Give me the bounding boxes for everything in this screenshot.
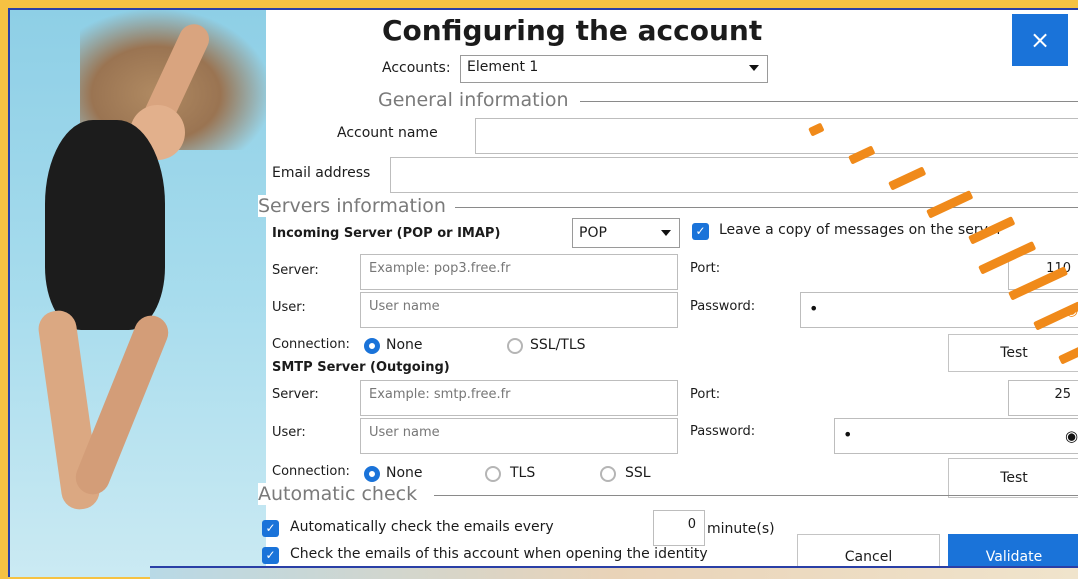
close-icon: × — [1029, 26, 1051, 54]
incoming-connection-none-radio[interactable] — [364, 338, 380, 354]
check-on-open-checkbox[interactable]: ✓ — [262, 547, 279, 564]
smtp-connection-label: Connection: — [272, 464, 350, 479]
decorative-stripe — [926, 190, 974, 219]
general-section-title: General information — [378, 89, 573, 111]
smtp-user-input[interactable]: User name — [360, 418, 678, 454]
checkmark-icon: ✓ — [695, 224, 706, 238]
check-interval-unit: minute(s) — [707, 521, 775, 537]
password-mask: • — [809, 299, 819, 318]
incoming-port-label: Port: — [690, 261, 721, 276]
incoming-connection-label: Connection: — [272, 337, 350, 352]
auto-check-section-title: Automatic check — [258, 483, 422, 505]
smtp-password-label: Password: — [690, 424, 756, 439]
check-every-label: Automatically check the emails every — [290, 519, 554, 535]
eye-icon[interactable]: ◉ — [1065, 427, 1078, 445]
incoming-connection-ssltls-label: SSL/TLS — [530, 337, 586, 353]
leave-copy-checkbox[interactable]: ✓ — [692, 223, 709, 240]
incoming-protocol-select[interactable]: POP — [572, 218, 680, 248]
incoming-protocol-value: POP — [579, 225, 607, 241]
smtp-connection-none-radio[interactable] — [364, 466, 380, 482]
close-button[interactable]: × — [1012, 14, 1068, 66]
smtp-connection-none-label: None — [386, 465, 423, 481]
chevron-down-icon — [661, 230, 671, 236]
leave-copy-label: Leave a copy of messages on the server — [719, 222, 1003, 238]
smtp-port-input[interactable]: 25 — [1008, 380, 1078, 416]
smtp-server-heading: SMTP Server (Outgoing) — [272, 360, 450, 375]
incoming-server-label: Server: — [272, 263, 319, 278]
smtp-port-label: Port: — [690, 387, 721, 402]
incoming-test-button[interactable]: Test — [948, 334, 1078, 372]
smtp-password-input[interactable]: • — [834, 418, 1078, 454]
check-interval-input[interactable]: 0 — [653, 510, 705, 546]
password-mask: • — [843, 425, 853, 444]
checkmark-icon: ✓ — [265, 521, 276, 535]
smtp-server-label: Server: — [272, 387, 319, 402]
smtp-connection-ssl-radio[interactable] — [600, 466, 616, 482]
email-address-input[interactable] — [390, 157, 1078, 193]
chevron-down-icon — [749, 65, 759, 71]
account-name-label: Account name — [337, 125, 438, 141]
background-window-strip — [150, 566, 1078, 579]
smtp-connection-tls-label: TLS — [510, 465, 536, 481]
servers-section-title: Servers information — [258, 195, 450, 217]
smtp-user-label: User: — [272, 425, 306, 440]
smtp-test-button[interactable]: Test — [948, 458, 1078, 498]
incoming-user-label: User: — [272, 300, 306, 315]
check-on-open-label: Check the emails of this account when op… — [290, 546, 708, 562]
incoming-server-input[interactable]: Example: pop3.free.fr — [360, 254, 678, 290]
accounts-label: Accounts: — [382, 60, 451, 76]
account-config-dialog: Configuring the account × Accounts: Elem… — [8, 8, 1078, 577]
smtp-connection-tls-radio[interactable] — [485, 466, 501, 482]
checkmark-icon: ✓ — [265, 548, 276, 562]
email-address-label: Email address — [272, 165, 371, 181]
incoming-server-heading: Incoming Server (POP or IMAP) — [272, 226, 501, 241]
check-every-checkbox[interactable]: ✓ — [262, 520, 279, 537]
accounts-select-value: Element 1 — [467, 59, 539, 75]
incoming-password-label: Password: — [690, 299, 756, 314]
smtp-connection-ssl-label: SSL — [625, 465, 651, 481]
account-name-input[interactable] — [475, 118, 1078, 154]
incoming-connection-ssltls-radio[interactable] — [507, 338, 523, 354]
incoming-connection-none-label: None — [386, 337, 423, 353]
accounts-select[interactable]: Element 1 — [460, 55, 768, 83]
dialog-title: Configuring the account — [382, 14, 763, 47]
smtp-server-input[interactable]: Example: smtp.free.fr — [360, 380, 678, 416]
dancer-photo — [10, 10, 266, 577]
incoming-user-input[interactable]: User name — [360, 292, 678, 328]
